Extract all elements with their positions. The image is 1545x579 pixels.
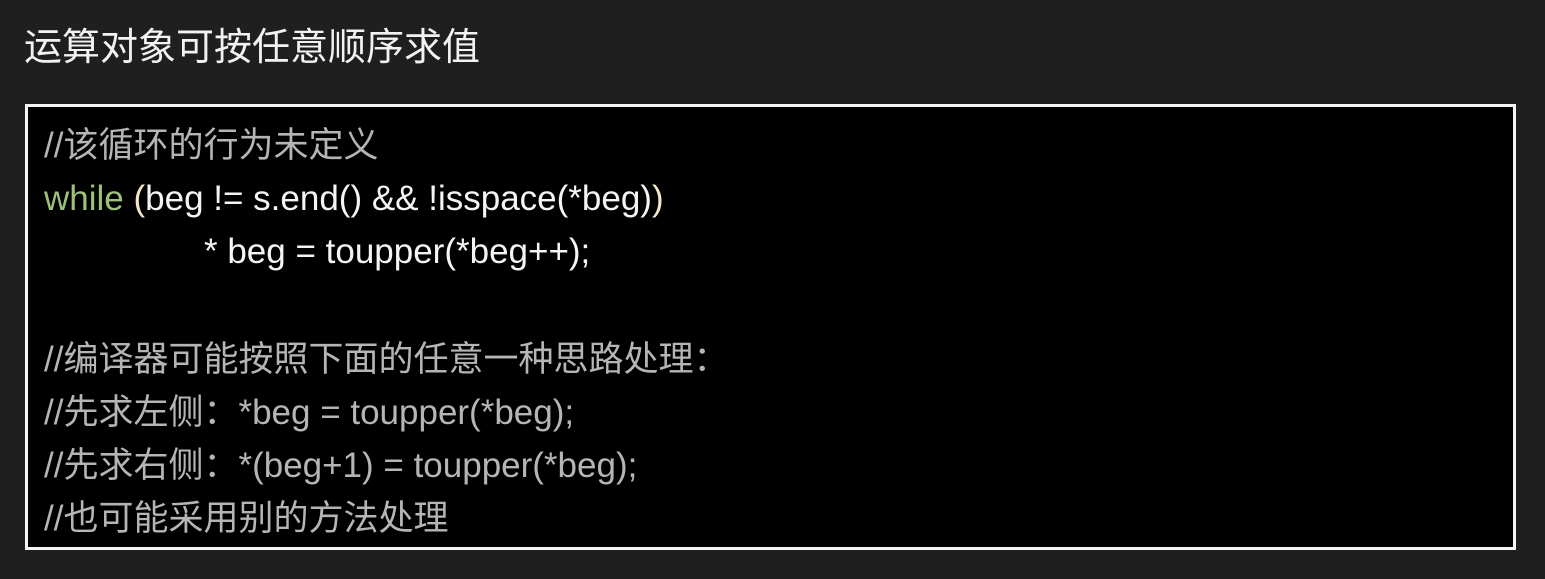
code-comment-line: //编译器可能按照下面的任意一种思路处理： xyxy=(44,340,729,379)
code-comment-line: //先求左侧：*beg = toupper(*beg); xyxy=(44,393,575,432)
code-comment-line: //也可能采用别的方法处理 xyxy=(44,499,449,538)
assignment-statement: * beg = toupper(*beg++); xyxy=(204,232,591,271)
open-paren: ( xyxy=(133,179,146,218)
code-comment-line: //先求右侧：*(beg+1) = toupper(*beg); xyxy=(44,446,638,485)
code-comment-line: //该循环的行为未定义 xyxy=(44,126,379,165)
code-block: //该循环的行为未定义 while (beg != s.end() && !is… xyxy=(25,104,1516,550)
code-while-line: while (beg != s.end() && !isspace(*beg)) xyxy=(44,174,664,224)
close-paren: ) xyxy=(651,179,664,218)
code-assignment-line: * beg = toupper(*beg++); xyxy=(44,227,590,277)
slide-title: 运算对象可按任意顺序求值 xyxy=(24,25,481,69)
while-condition: beg != s.end() && !isspace(*beg) xyxy=(145,179,652,218)
while-keyword: while xyxy=(44,179,124,218)
